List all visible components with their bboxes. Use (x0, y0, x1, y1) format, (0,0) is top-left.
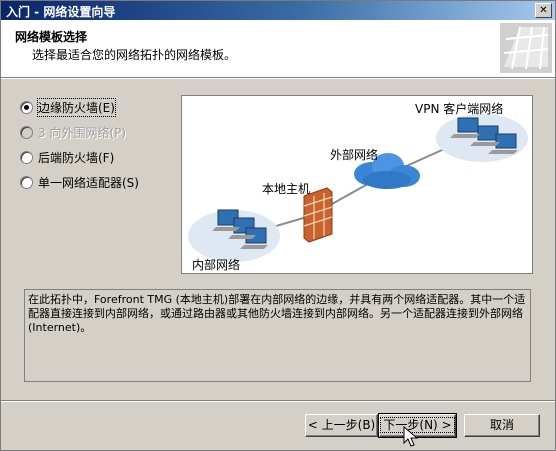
page-subtitle: 选择最适合您的网络拓扑的网络模板。 (32, 48, 237, 62)
cancel-button[interactable]: 取消 (464, 414, 540, 437)
radio-single-adapter[interactable] (20, 176, 33, 189)
external-network-label: 外部网络 (330, 148, 379, 162)
radio-edge-firewall[interactable] (20, 101, 33, 114)
label-back-firewall[interactable]: 后端防火墙(F) (38, 149, 114, 166)
label-edge-firewall[interactable]: 边缘防火墙(E) (37, 98, 116, 117)
mouse-cursor-icon (403, 426, 419, 447)
topology-graphic (188, 114, 528, 262)
close-button[interactable]: ✕ (535, 3, 552, 18)
title-bar: 入门 - 网络设置向导 ✕ (1, 1, 555, 20)
footer-divider (1, 400, 555, 402)
wizard-header: 网络模板选择 选择最适合您的网络拓扑的网络模板。 (1, 20, 555, 78)
internal-network-label: 内部网络 (192, 258, 241, 272)
label-3-leg-perimeter: 3 向外围网络(P) (38, 126, 127, 140)
topology-description: 在此拓扑中，Forefront TMG (本地主机)部署在内部网络的边缘，并具有… (24, 289, 531, 382)
topology-diagram: VPN 客户端网络 外部网络 本地主机 内部网络 (181, 95, 533, 274)
local-host-label: 本地主机 (262, 182, 311, 196)
vpn-network-label: VPN 客户端网络 (415, 102, 504, 116)
header-divider (1, 78, 555, 79)
vpn-clients-icon (436, 114, 528, 162)
radio-back-firewall[interactable] (20, 151, 33, 164)
wizard-window: 入门 - 网络设置向导 ✕ 网络模板选择 选择最适合您的网络拓扑的网络模板。 边… (0, 0, 556, 451)
label-single-adapter[interactable]: 单一网络适配器(S) (38, 174, 139, 191)
back-button[interactable]: < 上一步(B) (305, 414, 378, 437)
wizard-logo-icon (500, 23, 552, 73)
internal-clients-icon (188, 209, 280, 262)
page-title: 网络模板选择 (15, 30, 88, 44)
radio-3-leg-perimeter (20, 126, 33, 139)
window-title: 入门 - 网络设置向导 (6, 5, 116, 19)
